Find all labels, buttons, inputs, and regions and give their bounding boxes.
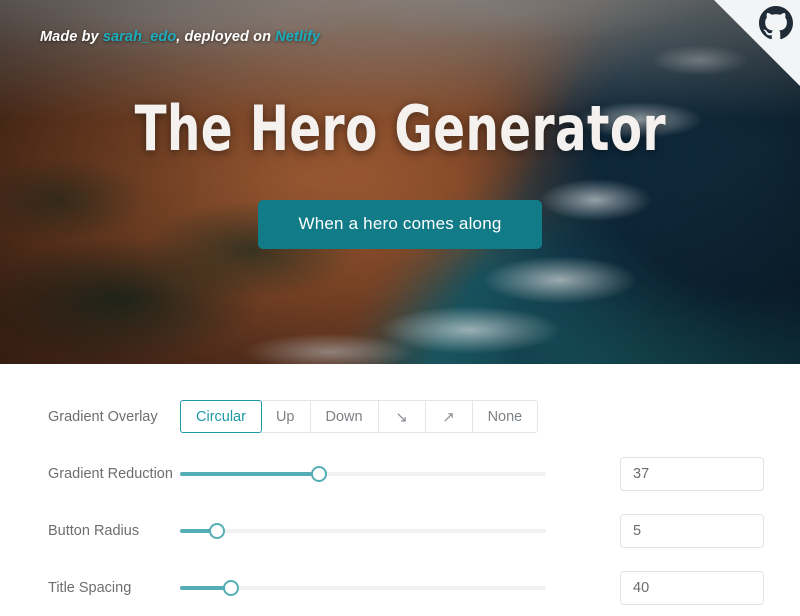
gradient-overlay-label: Gradient Overlay	[48, 408, 158, 425]
slider-value-input[interactable]	[620, 456, 764, 491]
gradient-overlay-row: Gradient Overlay Circular Up Down ↘ ↗ None	[0, 388, 800, 445]
slider-label: Button Radius	[48, 522, 140, 539]
slider-0[interactable]	[180, 464, 546, 484]
segment-circular[interactable]: Circular	[180, 400, 262, 433]
slider-value-input[interactable]	[620, 570, 764, 605]
slider-row: Button Radius	[0, 502, 800, 559]
hero-cta-button[interactable]: When a hero comes along	[258, 199, 542, 249]
gradient-overlay-segmented-control[interactable]: Circular Up Down ↘ ↗ None	[180, 400, 539, 433]
segment-up[interactable]: Up	[260, 400, 311, 433]
slider-row: Title Spacing	[0, 559, 800, 616]
segment-down[interactable]: Down	[310, 400, 379, 433]
slider-1[interactable]	[180, 521, 546, 541]
arrow-up-right-icon[interactable]: ↗	[425, 400, 473, 433]
hero-content: The Hero Generator When a hero comes alo…	[0, 0, 800, 364]
slider-row: Gradient Reduction	[0, 445, 800, 502]
slider-handle[interactable]	[208, 522, 225, 539]
arrow-down-right-icon[interactable]: ↘	[378, 400, 426, 433]
slider-label: Gradient Reduction	[48, 465, 173, 482]
slider-track	[180, 528, 546, 533]
segment-none[interactable]: None	[472, 400, 539, 433]
slider-handle[interactable]	[311, 465, 328, 482]
slider-handle[interactable]	[223, 579, 240, 596]
controls-panel: Gradient Overlay Circular Up Down ↘ ↗ None Gr…	[0, 364, 800, 605]
slider-label: Title Spacing	[48, 579, 132, 596]
hero-title: The Hero Generator	[134, 91, 666, 165]
hero-preview: Made by sarah_edo, deployed on Netlify T…	[0, 0, 800, 364]
slider-fill	[180, 471, 320, 476]
slider-value-input[interactable]	[620, 513, 764, 548]
slider-2[interactable]	[180, 578, 546, 598]
